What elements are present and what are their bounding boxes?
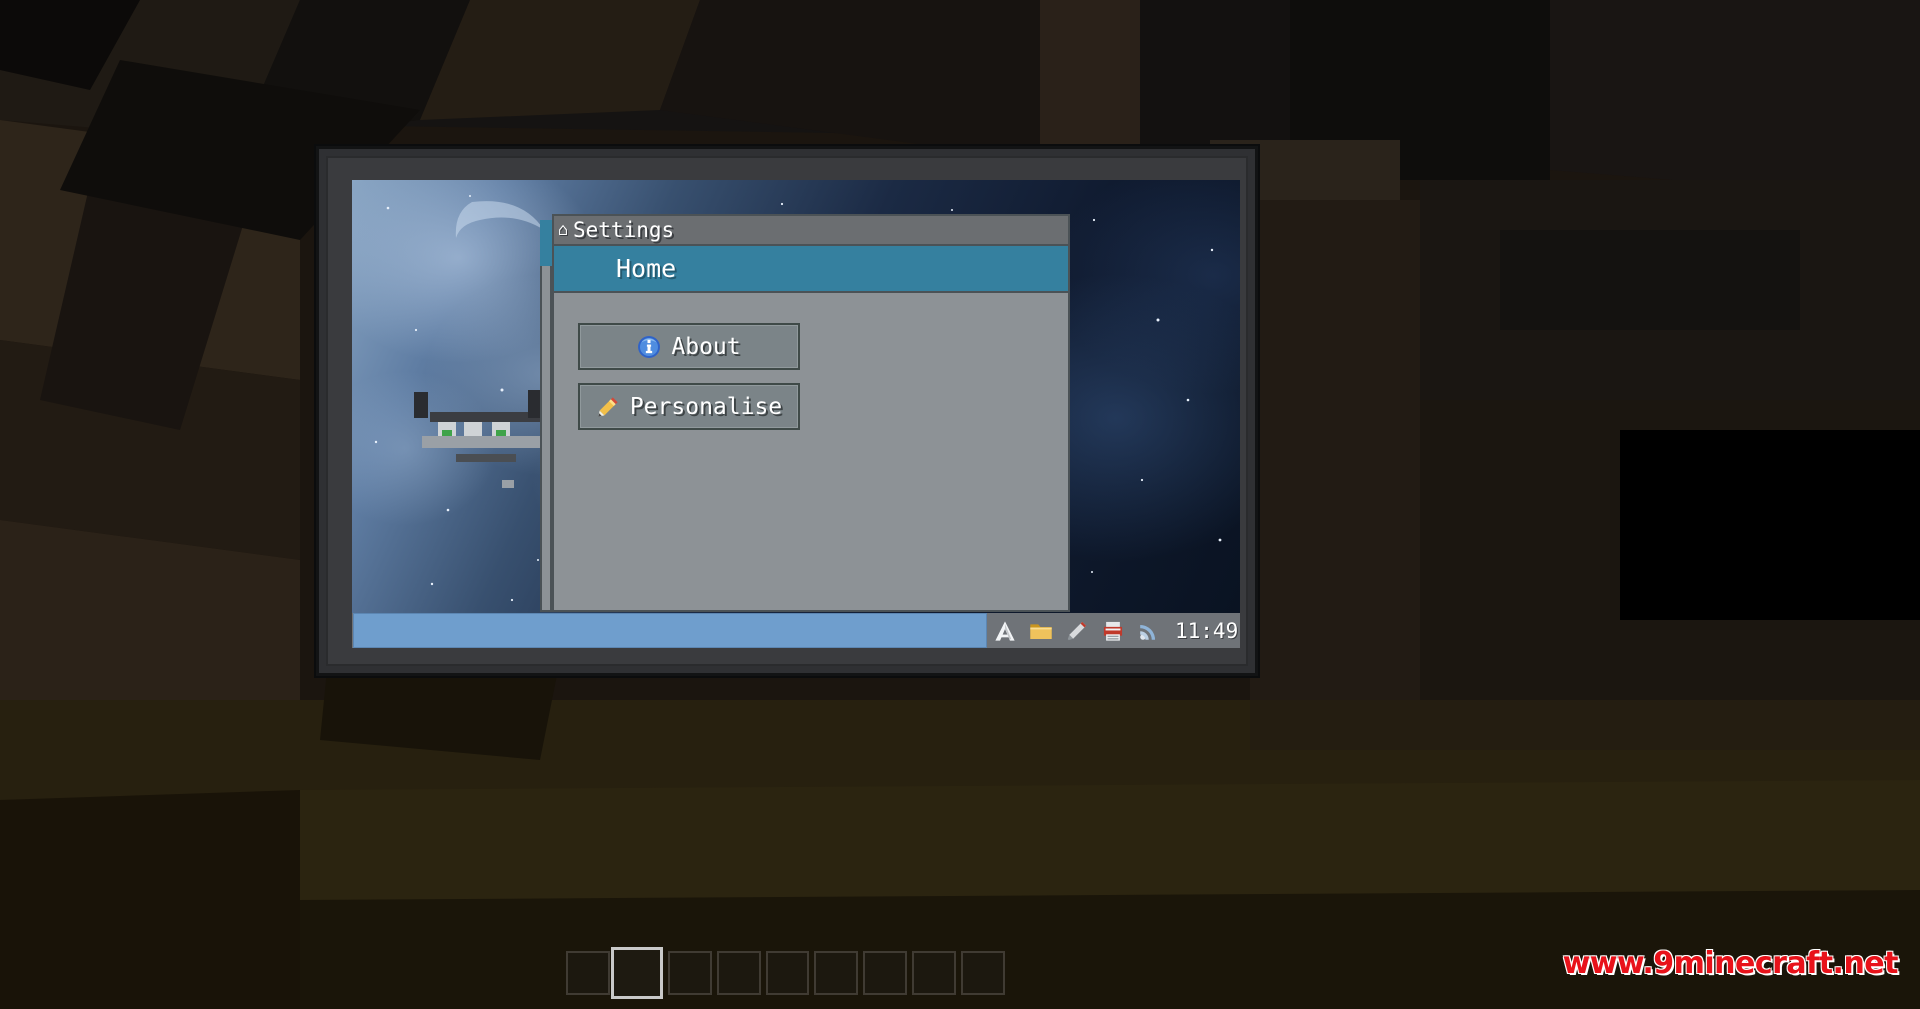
printer-icon[interactable] [1098, 616, 1128, 646]
close-icon [1045, 222, 1061, 238]
hotbar-slot[interactable] [814, 951, 859, 995]
hotbar-slot[interactable] [667, 951, 712, 995]
in-game-monitor: ⌂ Settings Home About Personalise 11:49 [316, 146, 1258, 676]
printer-icon-glyph [1103, 621, 1123, 641]
window-content: About Personalise [554, 293, 1068, 610]
hotbar-slot[interactable] [863, 951, 908, 995]
hotbar-slot[interactable] [716, 951, 761, 995]
window-titlebar[interactable]: ⌂ Settings [554, 216, 1068, 246]
personalise-button[interactable]: Personalise [578, 383, 800, 430]
page-header: Home [554, 246, 1068, 293]
settings-window: ⌂ Settings Home About Personalise [552, 214, 1070, 612]
about-button[interactable]: About [578, 323, 800, 370]
close-button[interactable] [1040, 217, 1066, 243]
computer-screen: ⌂ Settings Home About Personalise 11:49 [352, 180, 1240, 648]
hotbar-slot[interactable] [566, 951, 610, 995]
about-button-label: About [671, 333, 741, 360]
letter-a-icon[interactable] [990, 616, 1020, 646]
personalise-button-label: Personalise [629, 393, 783, 420]
info-icon [638, 335, 661, 358]
folder-icon[interactable] [1026, 616, 1056, 646]
monitor-bezel: ⌂ Settings Home About Personalise 11:49 [326, 156, 1248, 666]
background-window-edge-header [540, 220, 552, 266]
taskbar-tray: 11:49 [987, 613, 1240, 648]
taskbar: 11:49 [352, 613, 1240, 648]
site-watermark: www.9minecraft.net [1562, 946, 1899, 981]
rss-icon[interactable] [1134, 616, 1164, 646]
window-title: Settings [573, 218, 675, 242]
taskbar-clock: 11:49 [1175, 618, 1239, 643]
rss-icon-glyph [1140, 624, 1156, 640]
window-icon: ⌂ [558, 221, 569, 239]
taskbar-window-button[interactable] [353, 613, 987, 648]
background-window-edge [540, 220, 552, 612]
hotbar [566, 947, 1010, 999]
hotbar-slot[interactable] [912, 951, 957, 995]
hotbar-slot[interactable] [765, 951, 810, 995]
folder-icon-glyph [1030, 623, 1052, 639]
letter-a-icon-glyph [995, 620, 1015, 641]
wrench-icon-glyph [1067, 621, 1087, 640]
wrench-icon[interactable] [1062, 616, 1092, 646]
hotbar-slot-selected[interactable] [610, 947, 663, 999]
pencil-icon [598, 396, 618, 417]
page-title: Home [616, 254, 677, 283]
hotbar-slot[interactable] [961, 951, 1005, 995]
